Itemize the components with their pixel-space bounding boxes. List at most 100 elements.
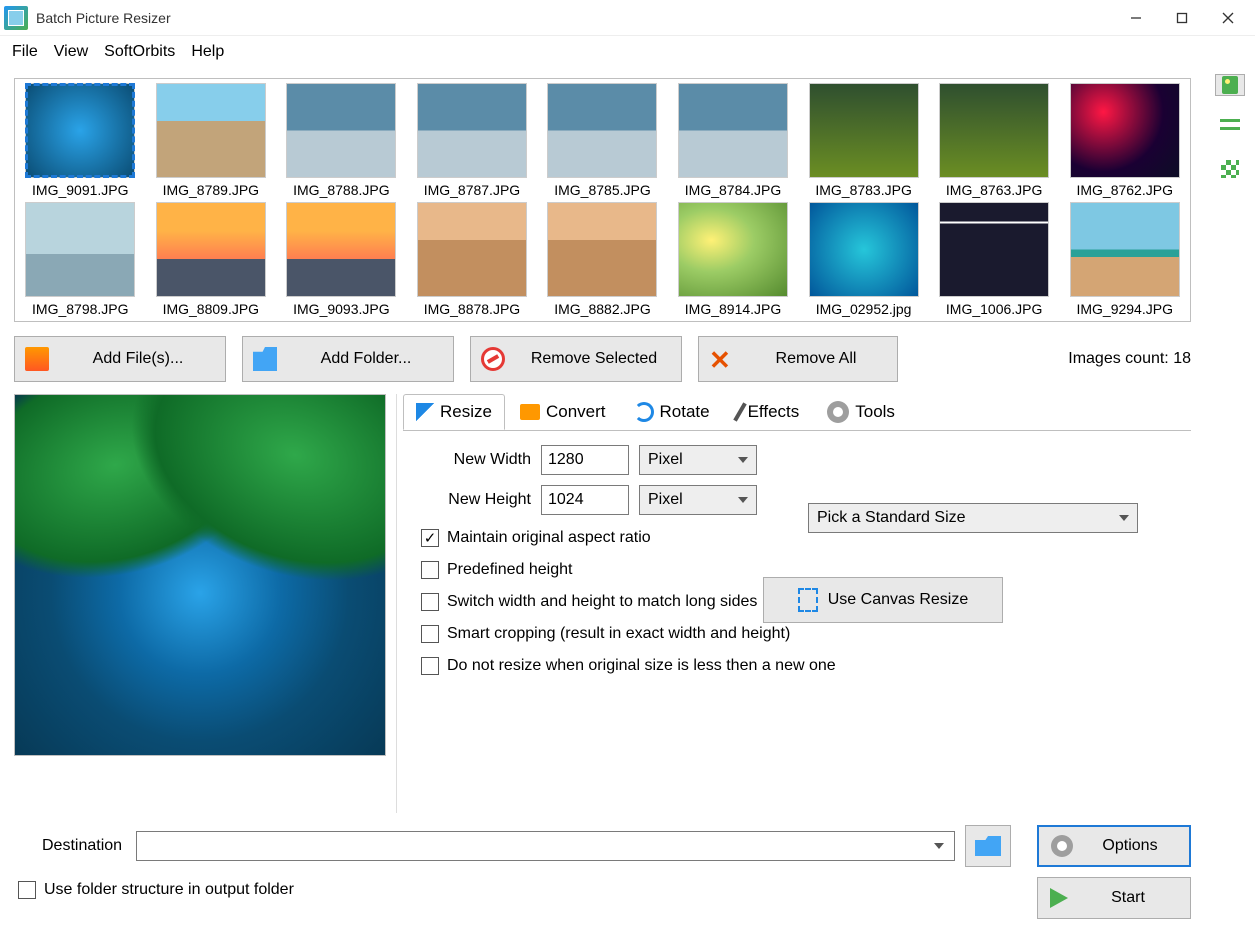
thumbnail-image[interactable]: [547, 202, 657, 297]
gear-icon: [1051, 835, 1073, 857]
remove-selected-button[interactable]: Remove Selected: [470, 336, 682, 382]
no-upscale-checkbox[interactable]: [421, 657, 439, 675]
tab-convert[interactable]: Convert: [507, 394, 619, 430]
menu-view[interactable]: View: [54, 43, 88, 61]
folder-icon: [975, 836, 1001, 856]
smart-crop-checkbox[interactable]: [421, 625, 439, 643]
thumbnail-image[interactable]: [939, 83, 1049, 178]
height-unit-select[interactable]: Pixel: [639, 485, 757, 515]
thumbnail-image[interactable]: [678, 83, 788, 178]
thumbnail-image[interactable]: [1070, 202, 1180, 297]
smart-crop-label: Smart cropping (result in exact width an…: [447, 625, 790, 643]
thumbnail-item[interactable]: IMG_9091.JPG: [19, 83, 142, 198]
thumbnail-image[interactable]: [286, 202, 396, 297]
thumbnail-item[interactable]: IMG_8785.JPG: [541, 83, 664, 198]
thumbnail-image[interactable]: [809, 83, 919, 178]
minimize-button[interactable]: [1113, 2, 1159, 34]
tab-tools[interactable]: Tools: [814, 394, 908, 430]
thumbnail-item[interactable]: IMG_8914.JPG: [672, 202, 795, 317]
thumbnail-image[interactable]: [417, 202, 527, 297]
titlebar: Batch Picture Resizer: [0, 0, 1255, 36]
rotate-icon: [634, 402, 654, 422]
predefined-height-checkbox[interactable]: [421, 561, 439, 579]
convert-icon: [520, 404, 540, 420]
close-button[interactable]: [1205, 2, 1251, 34]
remove-all-button[interactable]: ✕ Remove All: [698, 336, 898, 382]
thumbnail-item[interactable]: IMG_8763.JPG: [933, 83, 1056, 198]
thumbnail-item[interactable]: IMG_8788.JPG: [280, 83, 403, 198]
thumbnail-label: IMG_9294.JPG: [1076, 301, 1173, 317]
thumbnail-item[interactable]: IMG_8783.JPG: [802, 83, 925, 198]
start-button[interactable]: Start: [1037, 877, 1191, 919]
thumbnail-item[interactable]: IMG_1006.JPG: [933, 202, 1056, 317]
destination-combobox[interactable]: [136, 831, 955, 861]
thumbnail-label: IMG_9093.JPG: [293, 301, 390, 317]
play-icon: [1050, 888, 1068, 908]
thumbnail-item[interactable]: IMG_8787.JPG: [411, 83, 534, 198]
thumbnail-label: IMG_8787.JPG: [424, 182, 521, 198]
new-height-input[interactable]: [541, 485, 629, 515]
thumbnail-image[interactable]: [25, 83, 135, 178]
add-files-button[interactable]: Add File(s)...: [14, 336, 226, 382]
new-width-input[interactable]: [541, 445, 629, 475]
thumbnail-image[interactable]: [678, 202, 788, 297]
noentry-icon: [481, 347, 505, 371]
width-unit-select[interactable]: Pixel: [639, 445, 757, 475]
thumbnail-item[interactable]: IMG_8789.JPG: [150, 83, 273, 198]
details-view-button[interactable]: [1215, 158, 1245, 180]
thumbnail-label: IMG_8762.JPG: [1076, 182, 1173, 198]
add-folder-button[interactable]: Add Folder...: [242, 336, 454, 382]
resize-panel: New Width Pixel New Height Pixel Pick a …: [403, 430, 1191, 813]
standard-size-select[interactable]: Pick a Standard Size: [808, 503, 1138, 533]
menu-softorbits[interactable]: SoftOrbits: [104, 43, 175, 61]
canvas-resize-button[interactable]: Use Canvas Resize: [763, 577, 1003, 623]
thumbnail-item[interactable]: IMG_8798.JPG: [19, 202, 142, 317]
thumbnail-image[interactable]: [286, 83, 396, 178]
thumbnail-label: IMG_8914.JPG: [685, 301, 782, 317]
preview-image: [14, 394, 386, 756]
list-view-button[interactable]: [1215, 116, 1245, 138]
options-button[interactable]: Options: [1037, 825, 1191, 867]
thumbnail-panel: IMG_9091.JPGIMG_8789.JPGIMG_8788.JPGIMG_…: [14, 78, 1191, 322]
maintain-aspect-label: Maintain original aspect ratio: [447, 529, 651, 547]
thumbnail-image[interactable]: [939, 202, 1049, 297]
thumbnail-item[interactable]: IMG_8882.JPG: [541, 202, 664, 317]
thumbnail-item[interactable]: IMG_8809.JPG: [150, 202, 273, 317]
switch-sides-checkbox[interactable]: [421, 593, 439, 611]
thumbnail-image[interactable]: [156, 202, 266, 297]
thumbnail-view-button[interactable]: [1215, 74, 1245, 96]
menu-file[interactable]: File: [12, 43, 38, 61]
thumbnail-image[interactable]: [809, 202, 919, 297]
thumbnail-item[interactable]: IMG_02952.jpg: [802, 202, 925, 317]
thumbnail-item[interactable]: IMG_8762.JPG: [1063, 83, 1186, 198]
thumbnail-image[interactable]: [417, 83, 527, 178]
predefined-height-label: Predefined height: [447, 561, 572, 579]
thumbnail-label: IMG_8783.JPG: [815, 182, 912, 198]
thumbnail-label: IMG_8789.JPG: [163, 182, 260, 198]
no-upscale-label: Do not resize when original size is less…: [447, 657, 836, 675]
maintain-aspect-checkbox[interactable]: [421, 529, 439, 547]
thumbnail-label: IMG_8882.JPG: [554, 301, 651, 317]
thumbnail-image[interactable]: [25, 202, 135, 297]
thumbnail-label: IMG_02952.jpg: [816, 301, 912, 317]
thumbnail-item[interactable]: IMG_8784.JPG: [672, 83, 795, 198]
tab-effects[interactable]: Effects: [725, 394, 813, 430]
thumbnail-item[interactable]: IMG_9294.JPG: [1063, 202, 1186, 317]
view-sidebar: [1205, 68, 1255, 929]
list-icon: [1220, 119, 1240, 135]
picture-icon: [25, 347, 49, 371]
destination-label: Destination: [42, 837, 122, 855]
menu-help[interactable]: Help: [191, 43, 224, 61]
thumbnail-image[interactable]: [1070, 83, 1180, 178]
thumbnail-image[interactable]: [156, 83, 266, 178]
thumbnail-label: IMG_8809.JPG: [163, 301, 260, 317]
thumbnail-image[interactable]: [547, 83, 657, 178]
maximize-button[interactable]: [1159, 2, 1205, 34]
image-icon: [1222, 76, 1238, 94]
tab-resize[interactable]: Resize: [403, 394, 505, 430]
tab-rotate[interactable]: Rotate: [621, 394, 723, 430]
thumbnail-item[interactable]: IMG_9093.JPG: [280, 202, 403, 317]
browse-destination-button[interactable]: [965, 825, 1011, 867]
use-folder-structure-checkbox[interactable]: [18, 881, 36, 899]
thumbnail-item[interactable]: IMG_8878.JPG: [411, 202, 534, 317]
